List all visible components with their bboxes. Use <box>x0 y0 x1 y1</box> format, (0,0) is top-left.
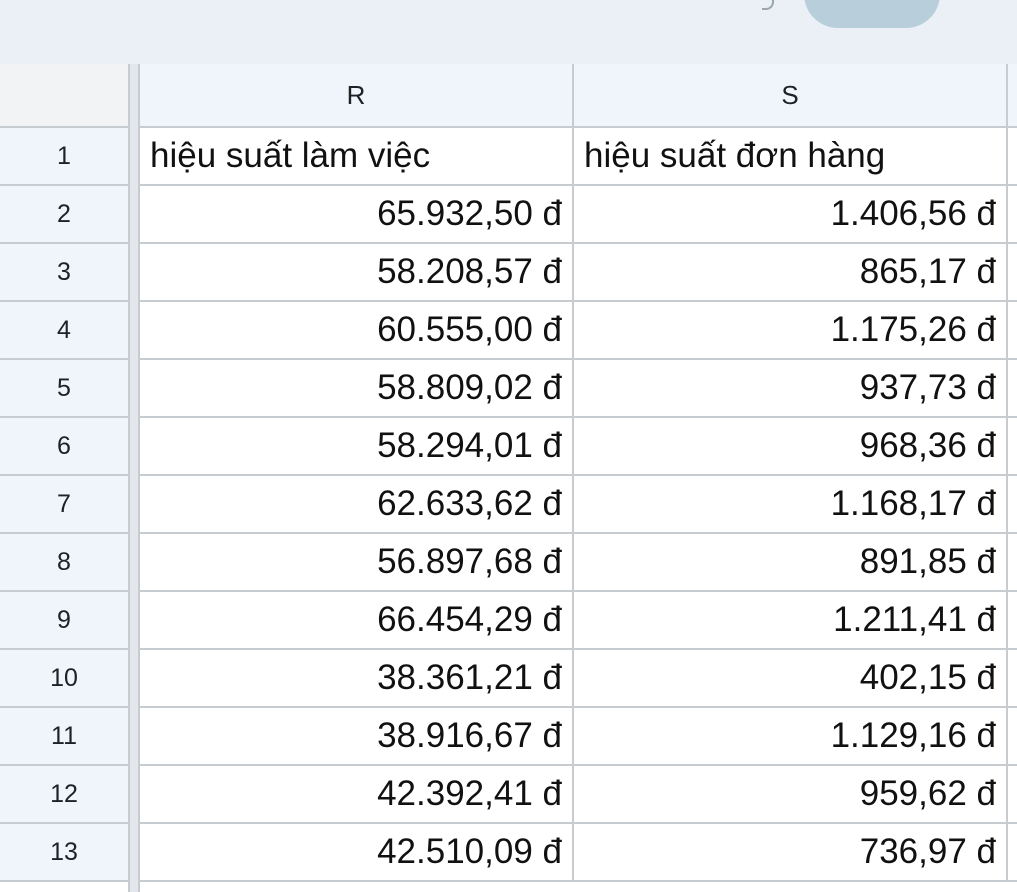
row-header[interactable]: 9 <box>0 592 128 650</box>
cell-r10[interactable]: 38.361,21 đ <box>140 650 574 708</box>
select-all-corner[interactable] <box>0 64 128 128</box>
cell-t12[interactable] <box>1008 766 1017 824</box>
cell-r6[interactable]: 58.294,01 đ <box>140 418 574 476</box>
row-header[interactable]: 1 <box>0 128 128 186</box>
row-header[interactable]: 11 <box>0 708 128 766</box>
row-header[interactable]: 12 <box>0 766 128 824</box>
cell-s6[interactable]: 968,36 đ <box>574 418 1008 476</box>
row-header[interactable]: 4 <box>0 302 128 360</box>
spreadsheet-grid: R S 1 hiệu suất làm việc hiệu suất đơn h… <box>0 64 1017 892</box>
table-row: 1 hiệu suất làm việc hiệu suất đơn hàng <box>0 128 1017 186</box>
cell-t5[interactable] <box>1008 360 1017 418</box>
cell-s10[interactable]: 402,15 đ <box>574 650 1008 708</box>
column-header-r[interactable]: R <box>140 64 574 128</box>
partial-icon <box>762 0 774 10</box>
table-row: 3 58.208,57 đ 865,17 đ <box>0 244 1017 302</box>
row-header[interactable]: 5 <box>0 360 128 418</box>
table-row: 5 58.809,02 đ 937,73 đ <box>0 360 1017 418</box>
cell-s9[interactable]: 1.211,41 đ <box>574 592 1008 650</box>
cell-s12[interactable]: 959,62 đ <box>574 766 1008 824</box>
cell-s13[interactable]: 736,97 đ <box>574 824 1008 882</box>
table-row: 10 38.361,21 đ 402,15 đ <box>0 650 1017 708</box>
row-header[interactable]: 3 <box>0 244 128 302</box>
cell-s8[interactable]: 891,85 đ <box>574 534 1008 592</box>
cell-r12[interactable]: 42.392,41 đ <box>140 766 574 824</box>
cell-s1[interactable]: hiệu suất đơn hàng <box>574 128 1008 186</box>
cell-s11[interactable]: 1.129,16 đ <box>574 708 1008 766</box>
cell-t1[interactable] <box>1008 128 1017 186</box>
row-header[interactable]: 6 <box>0 418 128 476</box>
cell-t4[interactable] <box>1008 302 1017 360</box>
cell-t11[interactable] <box>1008 708 1017 766</box>
cell-r2[interactable]: 65.932,50 đ <box>140 186 574 244</box>
cell-s3[interactable]: 865,17 đ <box>574 244 1008 302</box>
table-row: 8 56.897,68 đ 891,85 đ <box>0 534 1017 592</box>
table-row: 7 62.633,62 đ 1.168,17 đ <box>0 476 1017 534</box>
row-header[interactable]: 8 <box>0 534 128 592</box>
cell-r1[interactable]: hiệu suất làm việc <box>140 128 574 186</box>
table-row: 2 65.932,50 đ 1.406,56 đ <box>0 186 1017 244</box>
cell-r5[interactable]: 58.809,02 đ <box>140 360 574 418</box>
cell-r9[interactable]: 66.454,29 đ <box>140 592 574 650</box>
cell-r8[interactable]: 56.897,68 đ <box>140 534 574 592</box>
cell-s4[interactable]: 1.175,26 đ <box>574 302 1008 360</box>
table-row: 9 66.454,29 đ 1.211,41 đ <box>0 592 1017 650</box>
column-header-s[interactable]: S <box>574 64 1008 128</box>
table-row: 12 42.392,41 đ 959,62 đ <box>0 766 1017 824</box>
cell-s2[interactable]: 1.406,56 đ <box>574 186 1008 244</box>
cell-t7[interactable] <box>1008 476 1017 534</box>
table-row: 4 60.555,00 đ 1.175,26 đ <box>0 302 1017 360</box>
cell-t8[interactable] <box>1008 534 1017 592</box>
row-header[interactable]: 13 <box>0 824 128 882</box>
row-header[interactable]: 2 <box>0 186 128 244</box>
table-row: 13 42.510,09 đ 736,97 đ <box>0 824 1017 882</box>
cell-t10[interactable] <box>1008 650 1017 708</box>
row-header[interactable]: 10 <box>0 650 128 708</box>
table-row: 6 58.294,01 đ 968,36 đ <box>0 418 1017 476</box>
cell-s7[interactable]: 1.168,17 đ <box>574 476 1008 534</box>
table-row: 11 38.916,67 đ 1.129,16 đ <box>0 708 1017 766</box>
cell-r11[interactable]: 38.916,67 đ <box>140 708 574 766</box>
cell-r4[interactable]: 60.555,00 đ <box>140 302 574 360</box>
cell-r7[interactable]: 62.633,62 đ <box>140 476 574 534</box>
cell-t2[interactable] <box>1008 186 1017 244</box>
cell-t6[interactable] <box>1008 418 1017 476</box>
cell-r3[interactable]: 58.208,57 đ <box>140 244 574 302</box>
cell-t13[interactable] <box>1008 824 1017 882</box>
floating-action-button[interactable] <box>804 0 940 28</box>
cell-r13[interactable]: 42.510,09 đ <box>140 824 574 882</box>
column-header-t[interactable] <box>1008 64 1017 128</box>
top-toolbar <box>0 0 1017 64</box>
cell-t3[interactable] <box>1008 244 1017 302</box>
row-header[interactable]: 7 <box>0 476 128 534</box>
cell-s5[interactable]: 937,73 đ <box>574 360 1008 418</box>
cell-t9[interactable] <box>1008 592 1017 650</box>
